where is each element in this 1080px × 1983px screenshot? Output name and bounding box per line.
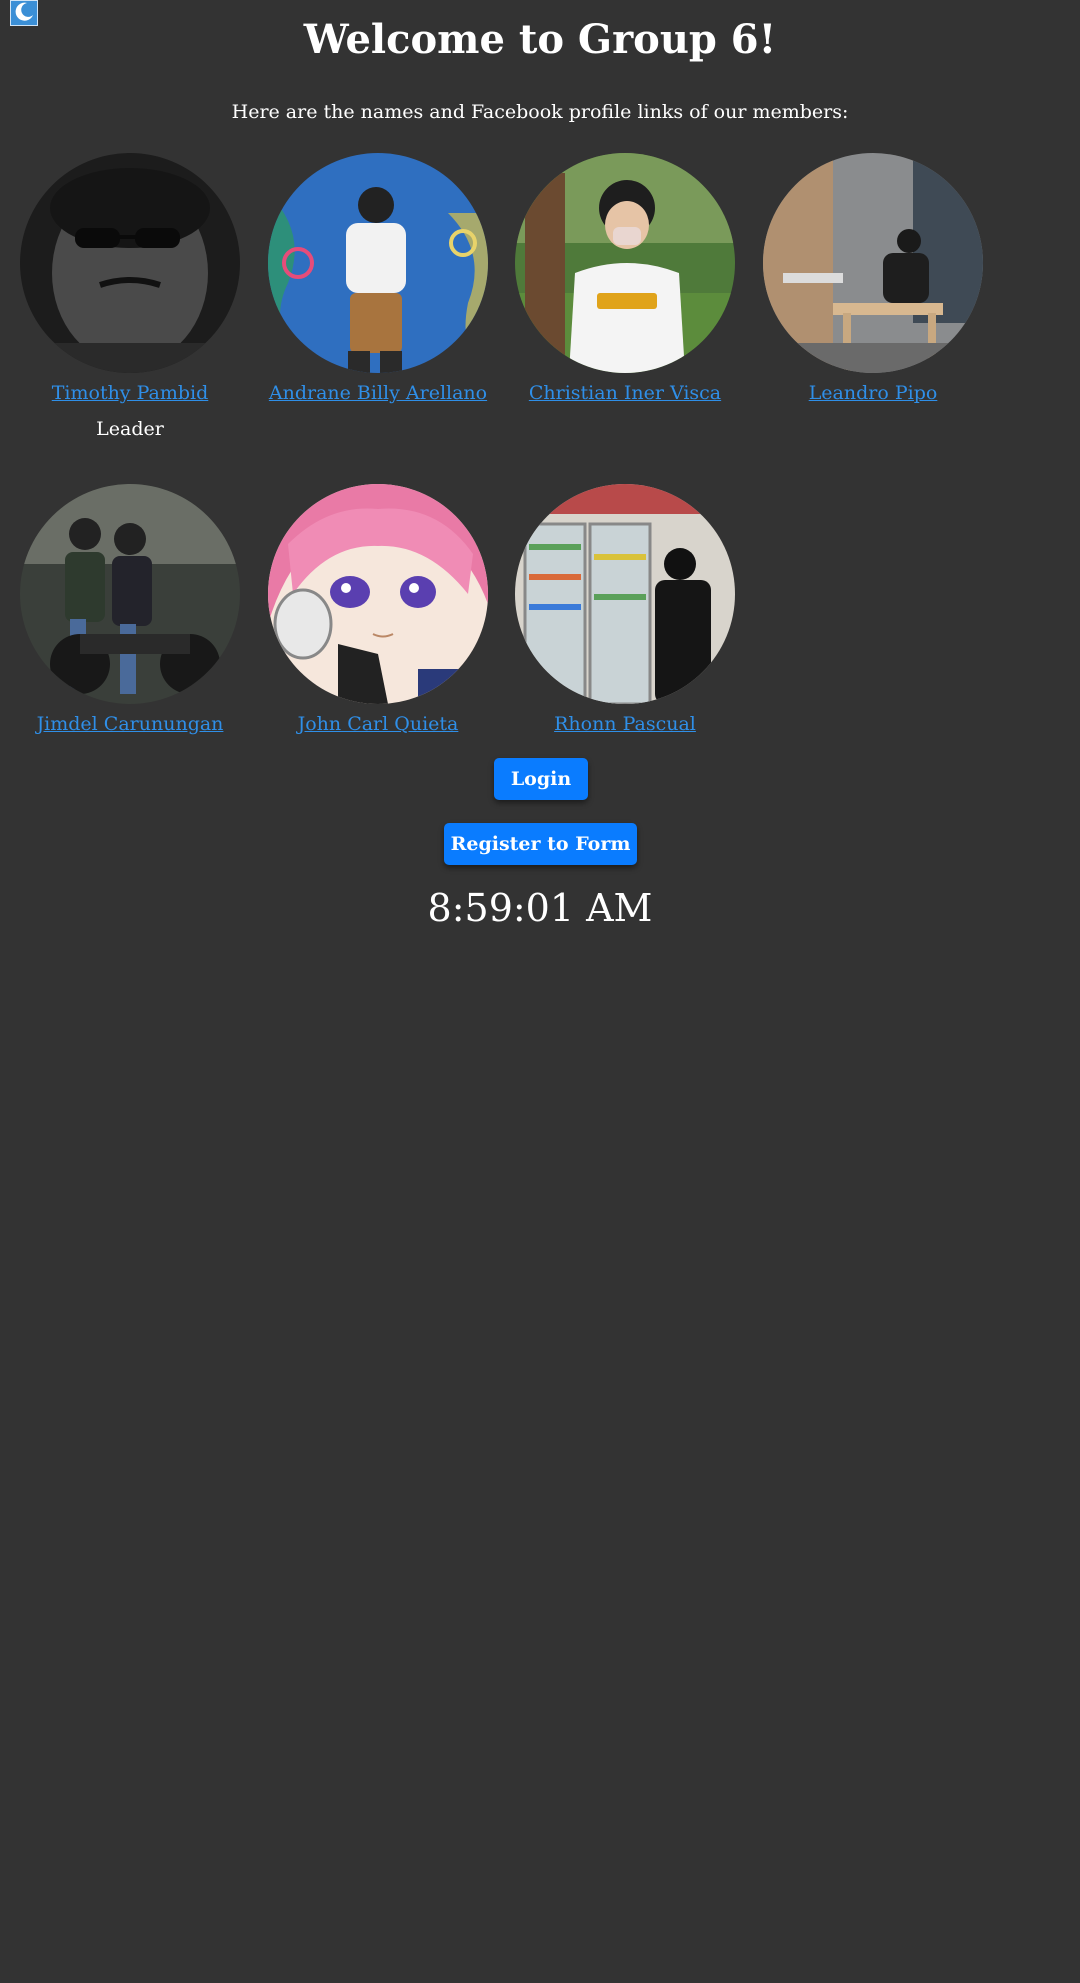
member-card: Jimdel Carunungan xyxy=(10,484,250,736)
intro-text: Here are the names and Facebook profile … xyxy=(231,101,849,123)
member-photo xyxy=(763,153,983,373)
member-card: Rhonn Pascual xyxy=(505,484,745,736)
member-link[interactable]: John Carl Quieta xyxy=(298,712,459,736)
member-link[interactable]: Leandro Pipo xyxy=(809,381,938,405)
member-card: Christian Iner Visca xyxy=(505,153,745,405)
member-card: Leandro Pipo xyxy=(753,153,993,405)
member-photo xyxy=(268,484,488,704)
login-button[interactable]: Login xyxy=(494,758,588,800)
member-photo xyxy=(268,153,488,373)
member-role: Leader xyxy=(96,418,164,440)
clock-display: 8:59:01 AM xyxy=(427,886,653,930)
member-photo xyxy=(515,153,735,373)
member-card: Timothy Pambid Leader xyxy=(10,153,250,441)
page-title: Welcome to Group 6! xyxy=(303,16,777,63)
member-link[interactable]: Andrane Billy Arellano xyxy=(269,381,487,405)
member-link[interactable]: Rhonn Pascual xyxy=(554,712,696,736)
member-card: John Carl Quieta xyxy=(258,484,498,736)
register-button[interactable]: Register to Form xyxy=(444,823,637,865)
member-card: Andrane Billy Arellano xyxy=(258,153,498,405)
member-link[interactable]: Christian Iner Visca xyxy=(529,381,721,405)
member-link[interactable]: Jimdel Carunungan xyxy=(37,712,224,736)
member-photo xyxy=(515,484,735,704)
member-link[interactable]: Timothy Pambid xyxy=(52,381,209,405)
member-photo xyxy=(20,484,240,704)
member-photo xyxy=(20,153,240,373)
